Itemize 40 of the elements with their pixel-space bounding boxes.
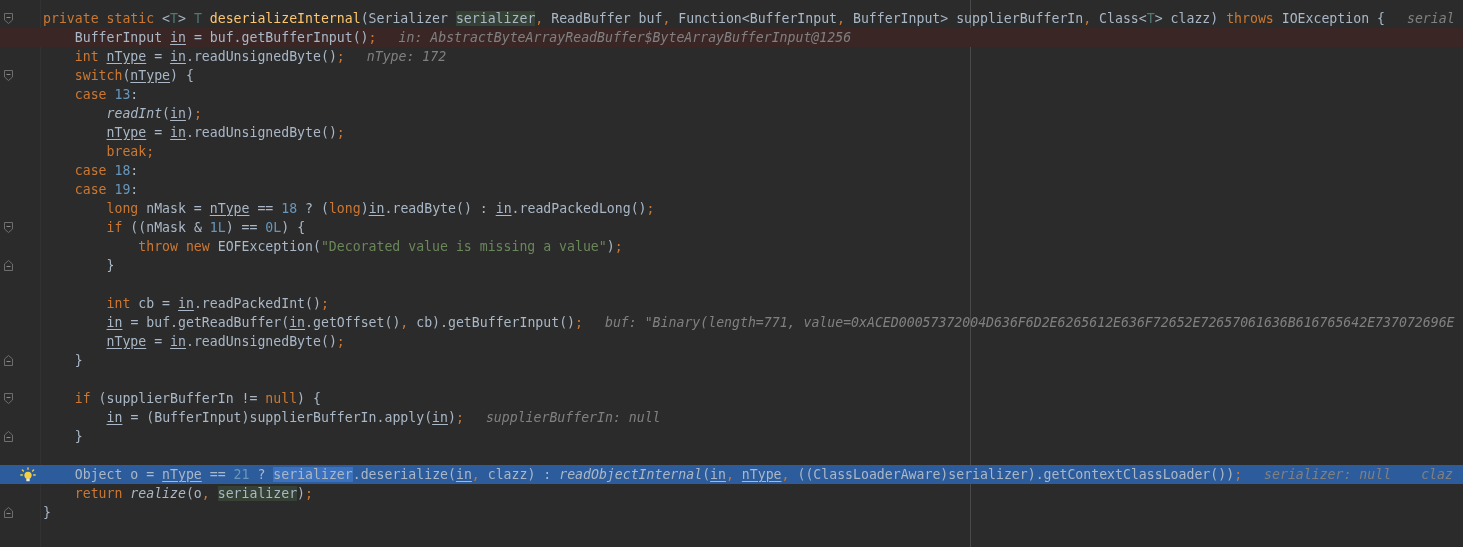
code-line: readInt(in); — [105, 105, 202, 123]
fold-icon[interactable] — [4, 393, 13, 404]
code-line: nType = in.readUnsignedByte(); — [105, 124, 345, 142]
code-line: case 18: — [73, 162, 139, 180]
debug-value-hint: serial — [1406, 10, 1455, 28]
code-line: if (supplierBufferIn != null) { — [73, 390, 321, 408]
code-line: private static <T> T deserializeInternal(Serializer serializer, ReadBuffer buf, Function<BufferInput, BufferInput> supplierBufferIn, Class<T> clazz) throws IOException { — [43, 10, 1385, 28]
fold-icon[interactable] — [4, 355, 13, 366]
code-line: in = buf.getReadBuffer(in.getOffset(), cb).getBufferInput(); — [105, 314, 583, 332]
code-line: return realize(o, serializer); — [73, 485, 313, 503]
code-line: Object o = nType == 21 ? serializer.deserialize(in, clazz) : readObjectInternal(in, nType, ((ClassLoaderAware)serializer).getContextClassLoader()); — [73, 466, 1243, 484]
code-line: nType = in.readUnsignedByte(); — [105, 333, 345, 351]
debug-value-hint: claz — [1421, 466, 1453, 484]
debug-value-hint: in: AbstractByteArrayReadBuffer$ByteArrayBufferInput@1256 — [398, 29, 852, 47]
debug-value-hint: supplierBufferIn: null — [485, 409, 661, 427]
fold-icon[interactable] — [4, 260, 13, 271]
code-line: } — [73, 428, 83, 446]
code-line: in = (BufferInput)supplierBufferIn.apply(in); — [105, 409, 464, 427]
debug-value-hint: buf: "Binary(length=771, value=0xACED00057372004D636F6D2E6265612E636F72652E72657061636B616765642E737072696E — [605, 314, 1455, 332]
fold-icon[interactable] — [4, 431, 13, 442]
code-line: case 13: — [73, 86, 139, 104]
code-line: case 19: — [73, 181, 139, 199]
code-line: throw new EOFException("Decorated value is missing a value"); — [137, 238, 623, 256]
fold-icon[interactable] — [4, 70, 13, 81]
code-line: BufferInput in = buf.getBufferInput(); — [73, 29, 377, 47]
fold-icon[interactable] — [4, 507, 13, 518]
code-line: switch(nType) { — [73, 67, 194, 85]
code-line: int nType = in.readUnsignedByte(); — [73, 48, 345, 66]
lightbulb-icon[interactable] — [20, 466, 36, 483]
code-line: int cb = in.readPackedInt(); — [105, 295, 329, 313]
code-line: if ((nMask & 1L) == 0L) { — [105, 219, 306, 237]
debug-value-hint: serializer: null — [1264, 466, 1392, 484]
code-line: } — [105, 257, 115, 275]
debug-value-hint: nType: 172 — [366, 48, 447, 66]
code-line: long nMask = nType == 18 ? (long)in.readByte() : in.readPackedLong(); — [105, 200, 655, 218]
code-line: break; — [105, 143, 155, 161]
fold-icon[interactable] — [4, 222, 13, 233]
fold-icon[interactable] — [4, 13, 13, 24]
code-line: } — [73, 352, 83, 370]
code-line: } — [43, 504, 51, 522]
